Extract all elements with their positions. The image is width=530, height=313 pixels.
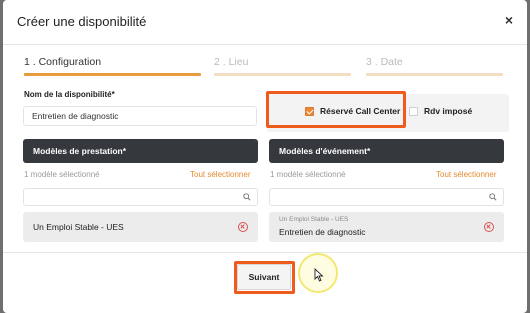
cursor-icon	[314, 268, 324, 282]
step-date[interactable]: 3 . Date	[366, 56, 403, 68]
next-button[interactable]: Suivant	[237, 264, 291, 290]
stepper: 1 . Configuration 2 . Lieu 3 . Date	[3, 56, 527, 80]
prestation-models-header: Modèles de prestation*	[23, 139, 258, 163]
footer-divider	[3, 252, 527, 253]
event-selected-item: Un Emploi Stable - UES Entretien de diag…	[269, 212, 504, 242]
prestation-count: 1 modèle sélectionné	[24, 170, 100, 179]
search-icon	[489, 193, 497, 201]
rdv-impose-label: Rdv imposé	[424, 106, 473, 116]
call-center-checkbox[interactable]	[305, 107, 314, 116]
modal-title: Créer une disponibilité	[17, 14, 147, 29]
step-configuration[interactable]: 1 . Configuration	[24, 56, 101, 68]
remove-icon[interactable]	[484, 222, 494, 232]
prestation-item-label: Un Emploi Stable - UES	[33, 222, 124, 232]
remove-icon[interactable]	[238, 222, 248, 232]
availability-name-label: Nom de la disponibilité*	[24, 90, 115, 99]
call-center-label: Réservé Call Center	[320, 106, 401, 116]
step-configuration-bar	[24, 73, 201, 76]
event-count: 1 modèle sélectionné	[270, 170, 346, 179]
event-search-input[interactable]	[269, 188, 504, 206]
prestation-select-all[interactable]: Tout sélectionner	[190, 170, 250, 179]
event-item-label: Entretien de diagnostic	[279, 227, 366, 237]
cursor-highlight	[298, 253, 338, 293]
prestation-search-input[interactable]	[23, 188, 258, 206]
close-icon[interactable]: ×	[505, 12, 513, 28]
step-date-bar	[366, 73, 503, 76]
availability-name-input[interactable]: Entretien de diagnostic	[23, 106, 257, 126]
prestation-selected-item: Un Emploi Stable - UES	[23, 212, 258, 242]
modal-header: Créer une disponibilité ×	[3, 0, 527, 45]
event-item-subtitle: Un Emploi Stable - UES	[279, 216, 349, 223]
search-icon	[243, 193, 251, 201]
rdv-impose-checkbox[interactable]	[409, 107, 418, 116]
step-lieu-bar	[214, 73, 351, 76]
event-select-all[interactable]: Tout sélectionner	[436, 170, 496, 179]
event-models-header: Modèles d'événement*	[269, 139, 504, 163]
step-lieu[interactable]: 2 . Lieu	[214, 56, 248, 68]
create-availability-modal: Créer une disponibilité × 1 . Configurat…	[3, 0, 527, 313]
